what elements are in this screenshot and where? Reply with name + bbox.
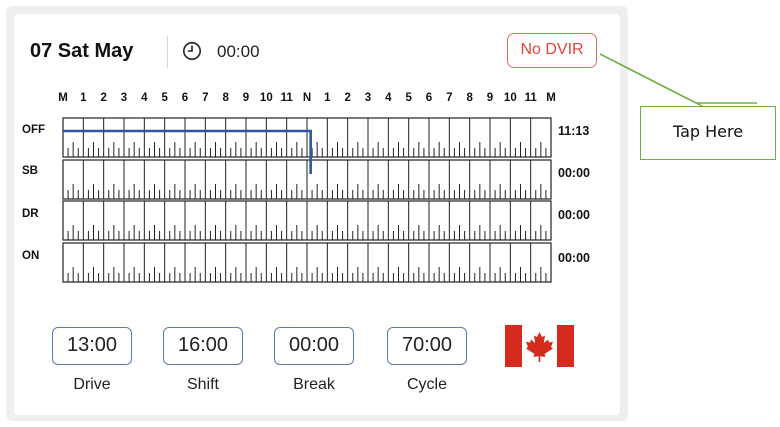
duty-status-line xyxy=(63,129,312,174)
drive-label: Drive xyxy=(73,376,111,393)
total-sb: 00:00 xyxy=(558,166,590,180)
drive-counter[interactable]: 13:00 xyxy=(52,327,132,365)
total-on: 00:00 xyxy=(558,251,590,265)
break-counter[interactable]: 00:00 xyxy=(274,327,354,365)
total-off: 11:13 xyxy=(558,124,590,138)
break-label: Break xyxy=(293,376,335,393)
shift-counter[interactable]: 16:00 xyxy=(163,327,243,365)
cycle-label: Cycle xyxy=(406,376,447,393)
shift-label: Shift xyxy=(186,376,219,393)
tap-here-callout: Tap Here xyxy=(640,106,776,160)
cycle-counter[interactable]: 70:00 xyxy=(387,327,467,365)
canada-flag-icon[interactable] xyxy=(505,325,574,367)
total-dr: 00:00 xyxy=(558,208,590,222)
